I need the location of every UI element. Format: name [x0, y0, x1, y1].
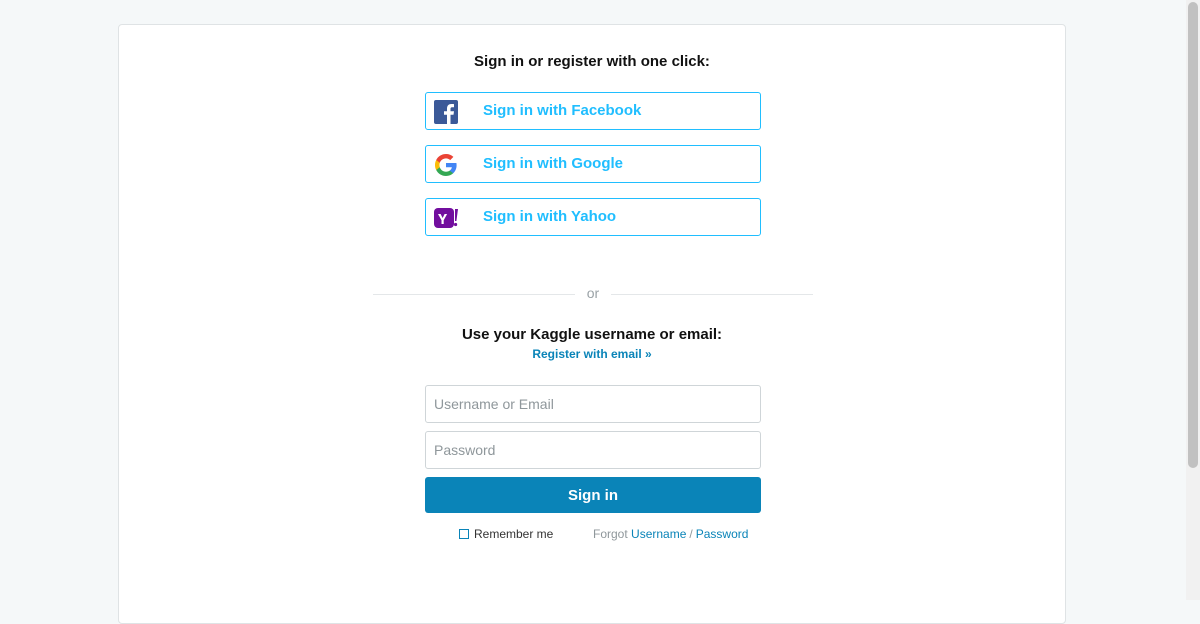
google-signin-button[interactable]: Sign in with Google: [425, 145, 761, 183]
yahoo-icon: [434, 208, 458, 228]
register-with-email-link[interactable]: Register with email »: [119, 347, 1065, 361]
google-signin-label: Sign in with Google: [483, 155, 623, 172]
login-heading: Use your Kaggle username or email:: [461, 326, 723, 343]
divider-or-text: or: [586, 285, 600, 301]
scrollbar-thumb[interactable]: [1188, 2, 1198, 468]
forgot-username-link[interactable]: Username: [631, 527, 686, 541]
divider-line-left: [373, 294, 575, 295]
forgot-credentials: Forgot Username / Password: [593, 527, 748, 541]
facebook-icon: [434, 100, 458, 124]
divider-line-right: [611, 294, 813, 295]
forgot-password-link[interactable]: Password: [696, 527, 749, 541]
forgot-separator: /: [689, 527, 693, 541]
page-scrollbar[interactable]: [1186, 0, 1200, 600]
remember-me[interactable]: Remember me: [459, 527, 553, 541]
google-icon: [435, 154, 457, 176]
remember-me-checkbox[interactable]: [459, 529, 469, 539]
yahoo-signin-label: Sign in with Yahoo: [483, 208, 617, 225]
forgot-prefix: Forgot: [593, 527, 628, 541]
username-email-input[interactable]: [425, 385, 761, 423]
remember-me-label: Remember me: [474, 527, 554, 541]
sign-in-button[interactable]: Sign in: [425, 477, 761, 513]
facebook-signin-button[interactable]: Sign in with Facebook: [425, 92, 761, 130]
social-signin-heading: Sign in or register with one click:: [474, 53, 710, 70]
login-card: Sign in or register with one click: Sign…: [118, 24, 1066, 624]
password-input[interactable]: [425, 431, 761, 469]
yahoo-signin-button[interactable]: Sign in with Yahoo: [425, 198, 761, 236]
facebook-signin-label: Sign in with Facebook: [483, 102, 642, 119]
